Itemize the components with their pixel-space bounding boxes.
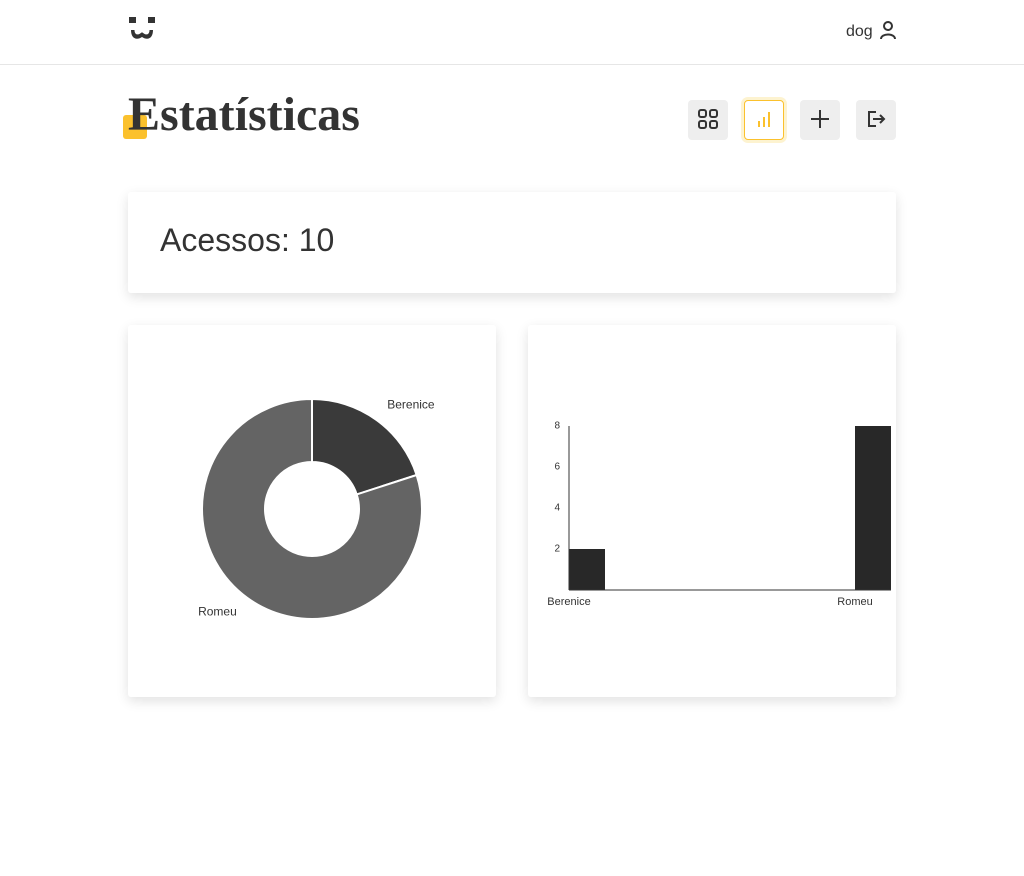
grid-icon [697,108,719,133]
account-nav [688,100,896,140]
bar-berenice [569,549,605,590]
x-tick-label-berenice: Berenice [547,596,590,608]
logout-icon [865,108,887,133]
user-account-link[interactable]: dog [846,20,897,44]
pie-label-romeu: Romeu [198,605,237,619]
x-tick-label-romeu: Romeu [837,596,872,608]
statistics-button[interactable] [744,100,784,140]
dog-face-icon[interactable] [127,16,157,44]
y-tick-label: 8 [554,421,560,432]
pie-chart: Berenice Romeu [198,398,435,620]
bar-chart-icon [753,108,775,133]
username-label: dog [846,23,873,40]
pie-chart-card: Berenice Romeu [128,325,496,697]
bar-chart: Berenice Romeu 2 4 6 8 [547,421,891,608]
pie-label-berenice: Berenice [387,398,435,412]
feed-button[interactable] [688,100,728,140]
bar-romeu [855,426,891,590]
add-photo-button[interactable] [800,100,840,140]
accesses-card: Acessos: 10 [128,192,896,293]
y-tick-label: 4 [554,503,560,514]
page-title: Estatísticas [128,88,360,141]
user-icon [879,20,897,45]
accesses-total: Acessos: 10 [160,222,335,258]
bar-chart-card: Berenice Romeu 2 4 6 8 [528,325,896,697]
y-tick-label: 6 [554,462,560,473]
top-bar: dog [0,0,1024,65]
logout-button[interactable] [856,100,896,140]
plus-icon [809,108,831,133]
y-tick-label: 2 [554,544,560,555]
